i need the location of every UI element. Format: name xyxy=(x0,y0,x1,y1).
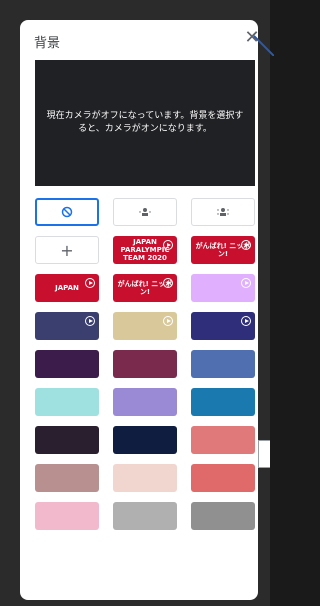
play-icon xyxy=(241,278,251,288)
slight-blur-button[interactable] xyxy=(113,198,177,226)
background-tile[interactable] xyxy=(35,464,99,492)
background-tile[interactable] xyxy=(191,464,255,492)
background-tile[interactable] xyxy=(35,350,99,378)
background-tile[interactable]: がんばれ! ニッポン! xyxy=(191,236,255,264)
background-tile[interactable] xyxy=(35,388,99,416)
background-tile[interactable] xyxy=(191,502,255,530)
play-icon xyxy=(163,278,173,288)
camera-preview: 現在カメラがオフになっています。背景を選択すると、カメラがオンになります。 xyxy=(35,60,255,186)
side-indicator xyxy=(258,440,270,468)
background-tile[interactable] xyxy=(113,388,177,416)
no-background-button[interactable] xyxy=(35,198,99,226)
full-blur-button[interactable] xyxy=(191,198,255,226)
plus-icon: + xyxy=(60,240,74,260)
background-tile[interactable] xyxy=(191,274,255,302)
pointer-line xyxy=(253,35,274,56)
background-tile[interactable]: JAPAN PARALYMPIC TEAM 2020 xyxy=(113,236,177,264)
background-tile[interactable] xyxy=(113,464,177,492)
background-tile[interactable] xyxy=(35,502,99,530)
background-tile[interactable]: がんばれ! ニッポン! xyxy=(113,274,177,302)
background-tile[interactable]: JAPAN xyxy=(35,274,99,302)
play-icon xyxy=(241,316,251,326)
play-icon xyxy=(163,240,173,250)
background-tile[interactable] xyxy=(191,388,255,416)
add-background-button[interactable]: + xyxy=(35,236,99,264)
background-tile[interactable] xyxy=(113,426,177,454)
background-tile[interactable] xyxy=(35,312,99,340)
background-tile[interactable] xyxy=(113,350,177,378)
background-grid: + JAPAN PARALYMPIC TEAM 2020 がんばれ! ニッポン! J… xyxy=(35,198,255,578)
play-icon xyxy=(85,278,95,288)
play-icon xyxy=(163,316,173,326)
play-icon xyxy=(85,316,95,326)
background-tile[interactable] xyxy=(113,502,177,530)
background-tile[interactable] xyxy=(191,350,255,378)
panel-title: 背景 xyxy=(34,36,61,51)
app-window: 背景 ✕ 現在カメラがオフになっています。背景を選択すると、カメラがオンになりま… xyxy=(0,0,274,606)
background-tile-label: JAPAN xyxy=(55,284,79,292)
background-tile[interactable] xyxy=(191,426,255,454)
camera-off-message: 現在カメラがオフになっています。背景を選択すると、カメラがオンになります。 xyxy=(46,111,244,134)
blur-icon xyxy=(217,208,229,216)
no-background-icon xyxy=(61,206,73,218)
play-icon xyxy=(241,240,251,250)
background-tile[interactable] xyxy=(113,312,177,340)
background-tile[interactable] xyxy=(35,426,99,454)
background-tile[interactable] xyxy=(191,312,255,340)
slight-blur-icon xyxy=(139,208,151,216)
background-panel: 背景 ✕ 現在カメラがオフになっています。背景を選択すると、カメラがオンになりま… xyxy=(20,20,258,600)
